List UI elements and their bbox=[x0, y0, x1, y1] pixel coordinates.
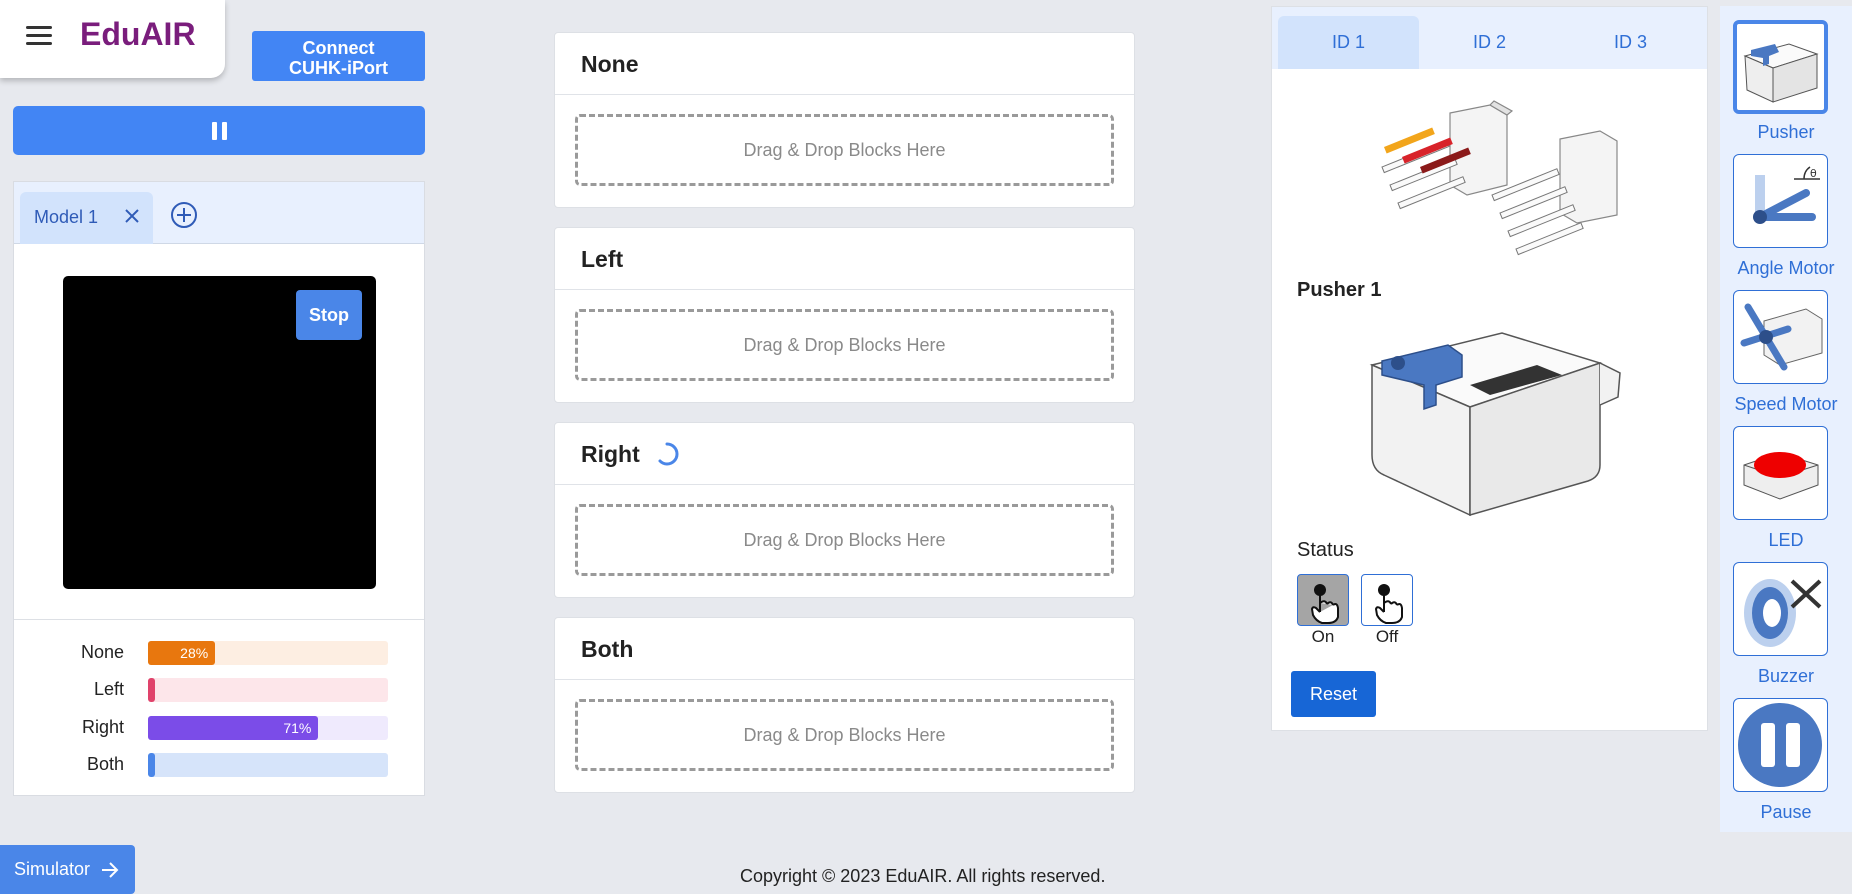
palette-pusher[interactable] bbox=[1733, 20, 1828, 114]
device-panel: ID 1 ID 2 ID 3 Pusher 1 Status On Off Re… bbox=[1271, 6, 1708, 731]
drop-zone[interactable]: Drag & Drop Blocks Here bbox=[575, 504, 1114, 576]
connector-diagram bbox=[1381, 100, 1618, 256]
block-card-title: Right bbox=[581, 441, 640, 467]
status-on-label: On bbox=[1311, 627, 1335, 646]
buzzer-icon bbox=[1744, 579, 1822, 647]
component-palette: Pusher θ Angle Motor Speed Motor LED Buz… bbox=[1720, 6, 1852, 832]
pause-icon bbox=[212, 122, 228, 140]
tab-id-2[interactable]: ID 2 bbox=[1419, 16, 1560, 69]
divider bbox=[14, 619, 424, 620]
block-card-left: Left Drag & Drop Blocks Here bbox=[554, 227, 1135, 403]
simulator-button[interactable]: Simulator bbox=[0, 845, 135, 894]
palette-label[interactable]: LED bbox=[1720, 530, 1852, 551]
app-title: EduAIR bbox=[80, 16, 196, 52]
pause-icon bbox=[1738, 703, 1822, 787]
palette-speed-motor[interactable] bbox=[1733, 290, 1828, 384]
tab-id-3[interactable]: ID 3 bbox=[1560, 16, 1701, 69]
drop-zone[interactable]: Drag & Drop Blocks Here bbox=[575, 699, 1114, 771]
led-icon bbox=[1743, 452, 1819, 500]
add-model-icon[interactable] bbox=[169, 200, 199, 230]
stop-button[interactable]: Stop bbox=[296, 290, 362, 340]
block-card-header: None bbox=[555, 33, 1134, 95]
palette-buzzer[interactable] bbox=[1733, 562, 1828, 656]
drop-zone[interactable]: Drag & Drop Blocks Here bbox=[575, 309, 1114, 381]
drop-zone[interactable]: Drag & Drop Blocks Here bbox=[575, 114, 1114, 186]
prediction-bar bbox=[148, 753, 388, 777]
block-card-title: Both bbox=[581, 636, 634, 662]
prediction-bar-fill bbox=[148, 753, 155, 777]
prediction-label: Right bbox=[81, 717, 124, 737]
palette-label[interactable]: Angle Motor bbox=[1720, 258, 1852, 279]
device-name: Pusher 1 bbox=[1297, 279, 1382, 301]
prediction-label: Both bbox=[86, 754, 124, 774]
prediction-bar-fill bbox=[148, 678, 155, 702]
model-tabbar: Model 1 bbox=[14, 182, 424, 244]
prediction-bar: 28% bbox=[148, 641, 388, 665]
block-card-right: Right Drag & Drop Blocks Here bbox=[554, 422, 1135, 598]
prediction-bar: 71% bbox=[148, 716, 388, 740]
status-on-button[interactable] bbox=[1297, 574, 1349, 626]
tab-id-1[interactable]: ID 1 bbox=[1278, 16, 1419, 69]
pause-button[interactable] bbox=[13, 106, 425, 155]
id-tabbar: ID 1 ID 2 ID 3 bbox=[1272, 7, 1707, 69]
close-icon[interactable] bbox=[122, 206, 142, 226]
prediction-label: None bbox=[80, 642, 124, 662]
speed-motor-icon bbox=[1740, 303, 1823, 371]
palette-label[interactable]: Pusher bbox=[1720, 122, 1852, 143]
angle-motor-icon: θ bbox=[1753, 166, 1820, 224]
block-card-header: Left bbox=[555, 228, 1134, 290]
prediction-bar bbox=[148, 678, 388, 702]
block-card-title: Left bbox=[581, 246, 624, 272]
hand-pointer-icon bbox=[1311, 584, 1339, 624]
loading-spinner-icon bbox=[658, 442, 679, 466]
pusher-module-image bbox=[1369, 332, 1621, 517]
arrow-right-icon bbox=[102, 862, 119, 878]
tab-label: Model 1 bbox=[34, 207, 99, 227]
palette-pause[interactable] bbox=[1733, 698, 1828, 792]
palette-label[interactable]: Buzzer bbox=[1720, 666, 1852, 687]
reset-button[interactable]: Reset bbox=[1291, 671, 1376, 717]
block-card-none: None Drag & Drop Blocks Here bbox=[554, 32, 1135, 208]
prediction-bar-fill: 28% bbox=[148, 641, 216, 665]
block-card-header: Both bbox=[555, 618, 1134, 680]
camera-preview: Stop bbox=[63, 276, 376, 589]
palette-label[interactable]: Speed Motor bbox=[1720, 394, 1852, 415]
block-card-both: Both Drag & Drop Blocks Here bbox=[554, 617, 1135, 793]
prediction-label: Left bbox=[93, 679, 124, 699]
connect-button[interactable]: Connect CUHK-iPort bbox=[252, 31, 425, 81]
palette-label[interactable]: Pause bbox=[1720, 802, 1852, 823]
tab-model-1[interactable]: Model 1 bbox=[20, 192, 153, 244]
prediction-bar-fill: 71% bbox=[148, 716, 319, 740]
svg-text:θ: θ bbox=[1810, 167, 1817, 180]
status-label: Status bbox=[1297, 539, 1354, 561]
status-off-label: Off bbox=[1375, 627, 1399, 646]
hand-pointer-icon bbox=[1375, 584, 1403, 624]
block-card-title: None bbox=[581, 51, 639, 77]
pusher-icon bbox=[1743, 43, 1819, 103]
menu-icon[interactable] bbox=[26, 26, 52, 46]
status-off-button[interactable] bbox=[1361, 574, 1413, 626]
palette-angle-motor[interactable]: θ bbox=[1733, 154, 1828, 248]
model-panel: Model 1 Stop None 28% Left Right 71% Both bbox=[13, 181, 425, 796]
brand-header: EduAIR bbox=[0, 0, 225, 78]
block-card-header: Right bbox=[555, 423, 1134, 485]
palette-led[interactable] bbox=[1733, 426, 1828, 520]
copyright: Copyright © 2023 EduAIR. All rights rese… bbox=[740, 866, 1106, 886]
